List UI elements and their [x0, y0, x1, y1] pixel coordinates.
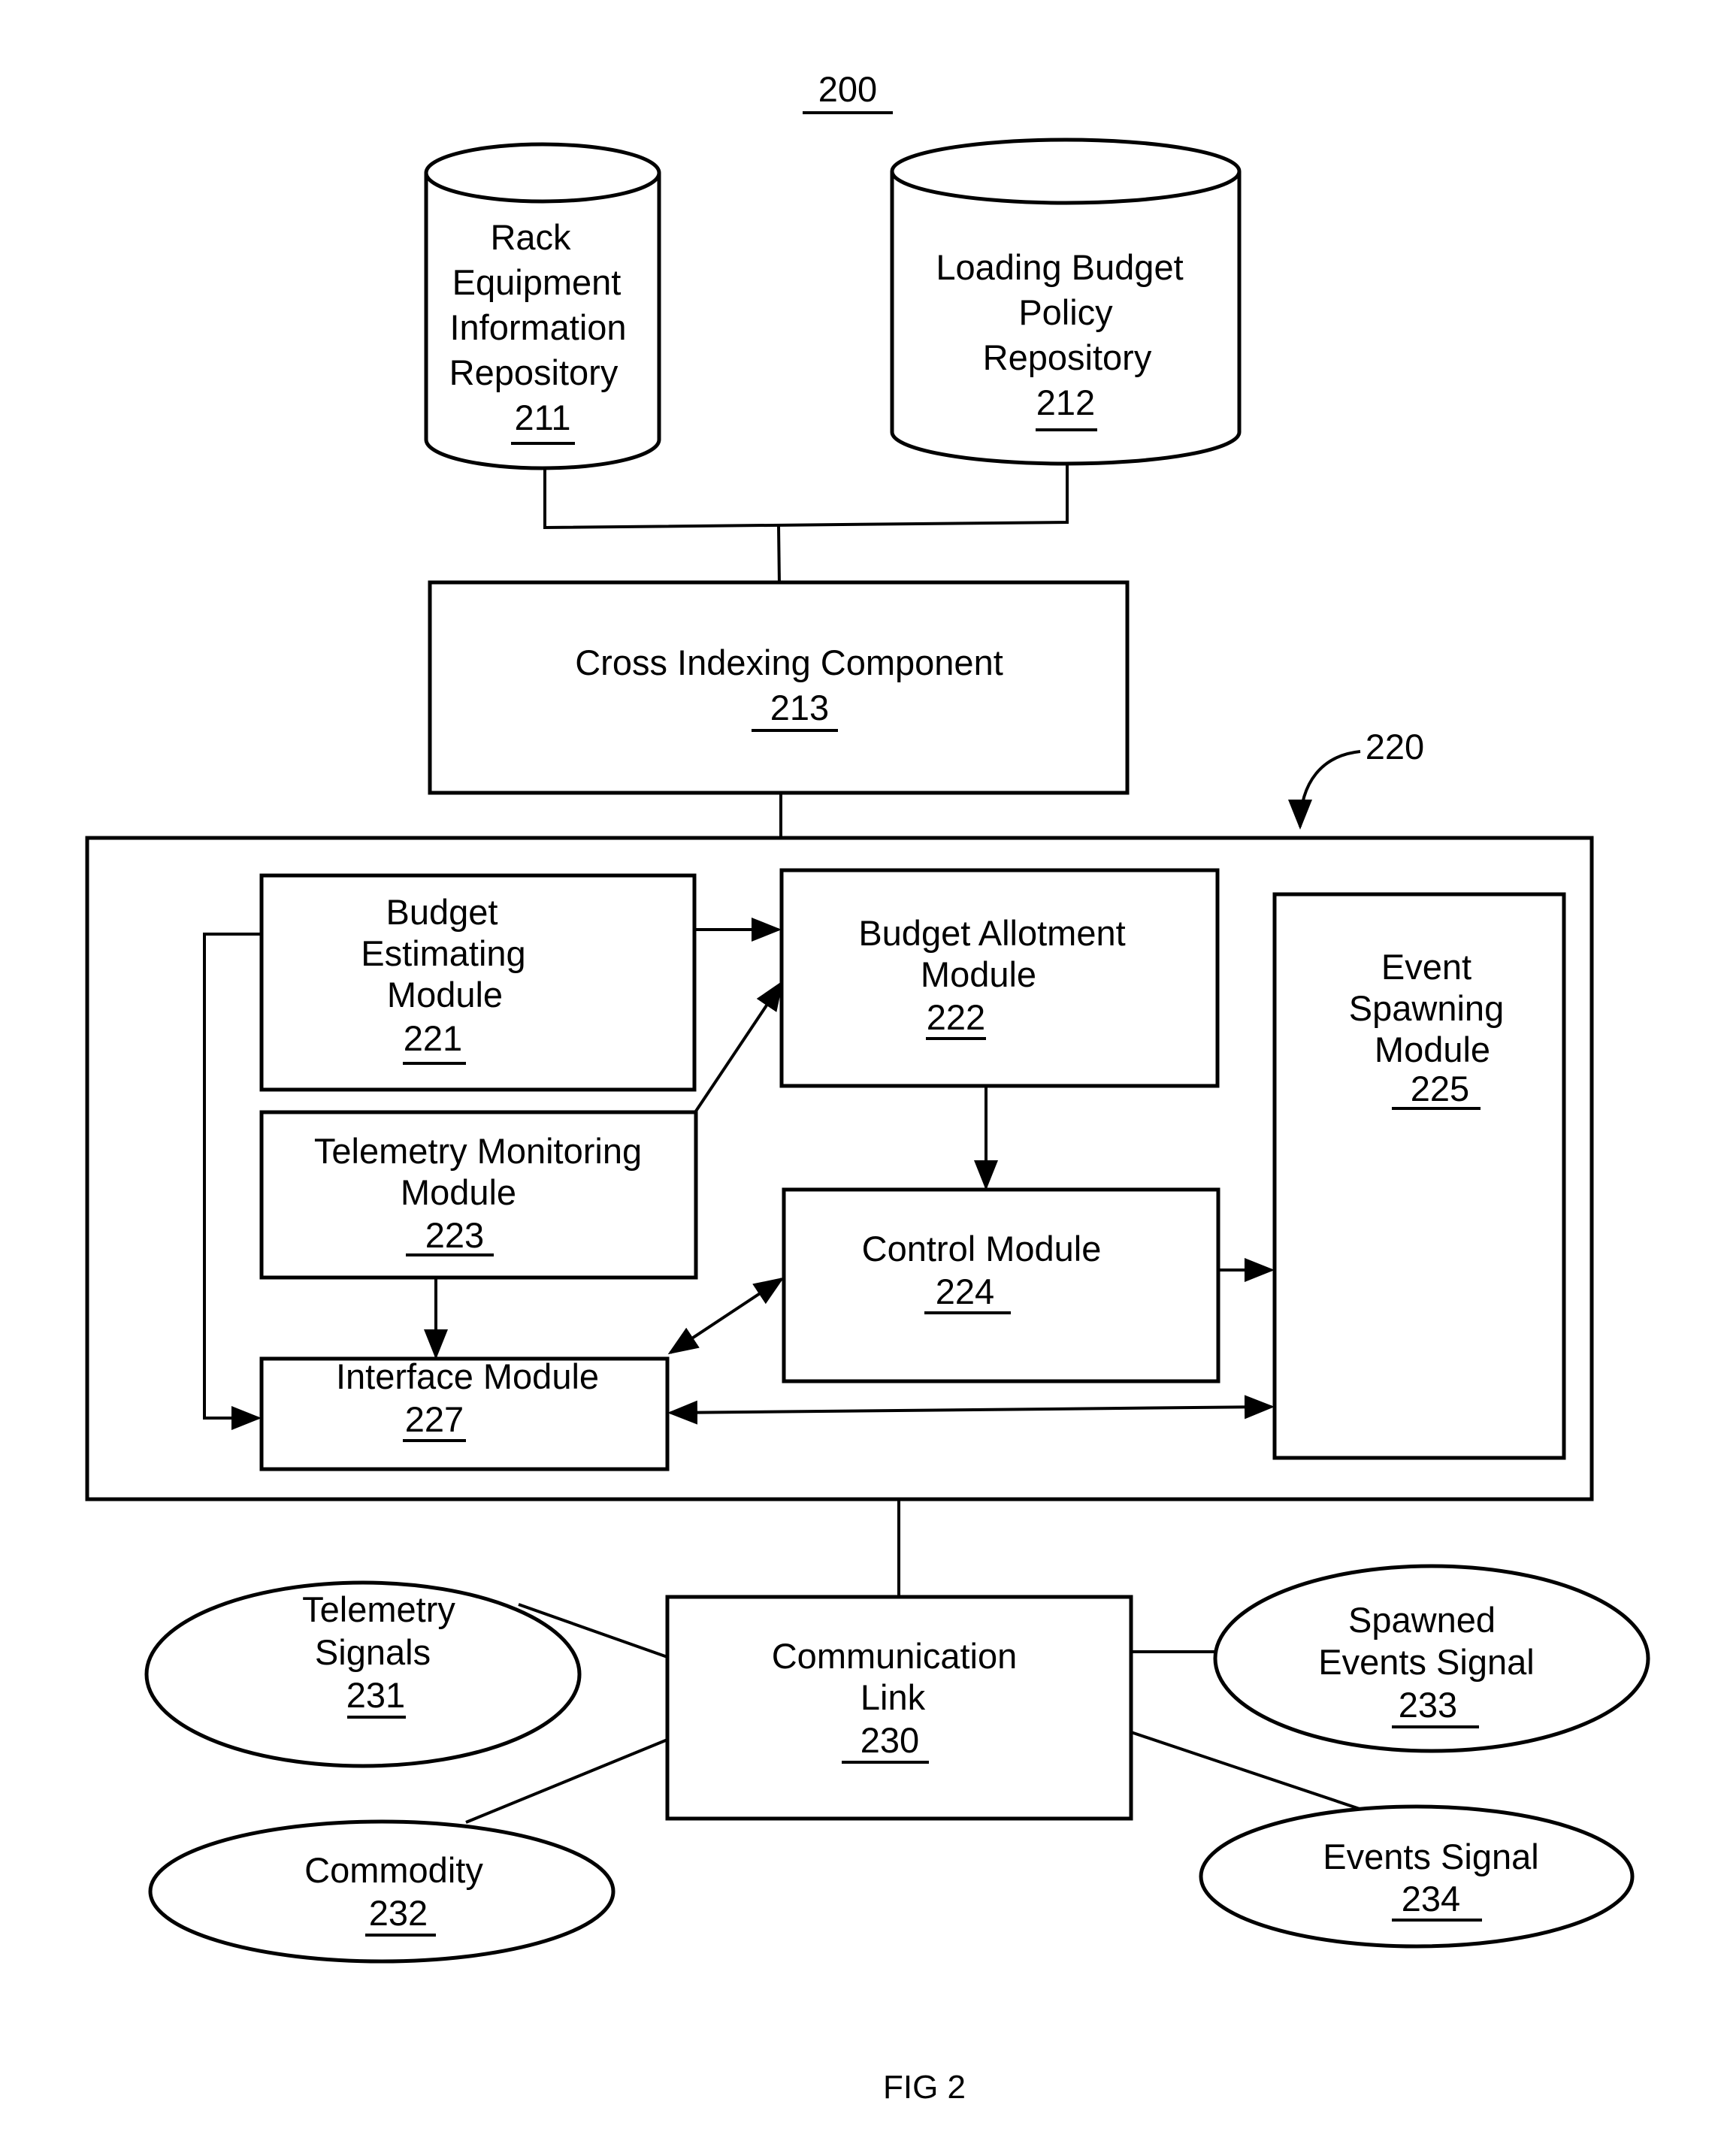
ellipse-234: [1199, 1804, 1635, 1949]
module-227-number: 227: [405, 1399, 464, 1439]
module-225-line-2: Spawning: [1349, 988, 1504, 1028]
module-225-line-3: Module: [1375, 1030, 1490, 1069]
module-223-line-1: Telemetry Monitoring: [314, 1131, 642, 1171]
signal-232-line-1: Commodity: [304, 1850, 483, 1890]
module-221-number: 221: [404, 1018, 462, 1058]
repo-211-line-4: Repository: [449, 352, 619, 392]
module-222-number: 222: [927, 997, 985, 1037]
cross-indexing-component-213[interactable]: Cross Indexing Component 213: [428, 580, 1130, 795]
repo-connector-line: [543, 462, 1069, 530]
control-module-224[interactable]: Control Module 224: [782, 1187, 1220, 1383]
line-to-234: [1130, 1731, 1367, 1813]
module-223-number: 223: [425, 1215, 484, 1255]
system-number: 220: [1366, 727, 1424, 767]
event-spawning-module-225[interactable]: Event Spawning Module 225: [1272, 892, 1566, 1460]
repo-connector: [543, 462, 1069, 585]
cylinder-top: [890, 138, 1242, 205]
comm-link-line-2: Link: [860, 1677, 926, 1717]
figure-caption: FIG 2: [883, 2069, 966, 2106]
module-224-line-1: Control Module: [862, 1229, 1102, 1269]
module-225-line-1: Event: [1381, 947, 1471, 987]
comm-link-number: 230: [860, 1720, 919, 1760]
loading-budget-policy-repository-212[interactable]: Loading Budget Policy Repository 212: [890, 138, 1242, 466]
comm-link-line-1: Communication: [772, 1636, 1018, 1676]
module-225-number: 225: [1411, 1069, 1469, 1108]
cylinder-top: [424, 142, 661, 204]
module-222-line-2: Module: [921, 954, 1036, 994]
telemetry-monitoring-module-223[interactable]: Telemetry Monitoring Module 223: [259, 1110, 698, 1280]
repo-212-line-3: Repository: [983, 337, 1152, 377]
repo-212-line-1: Loading Budget: [936, 247, 1183, 287]
module-221-line-2: Estimating: [361, 933, 525, 973]
signal-231-line-2: Signals: [315, 1632, 431, 1672]
figure-ref-number: 200: [818, 69, 877, 109]
spawned-events-signal-233[interactable]: Spawned Events Signal 233: [1213, 1564, 1650, 1753]
line-to-232: [465, 1738, 668, 1824]
communication-link-230[interactable]: Communication Link 230: [665, 1595, 1133, 1821]
signal-231-line-1: Telemetry: [302, 1589, 455, 1629]
repo-211-line-1: Rack: [490, 217, 571, 257]
signal-231-number: 231: [346, 1675, 405, 1715]
repo-211-number: 211: [515, 398, 571, 437]
module-221-line-1: Budget: [386, 892, 498, 932]
budget-estimating-module-221[interactable]: Budget Estimating Module 221: [259, 873, 697, 1092]
rack-equipment-repository-211[interactable]: Rack Equipment Information Repository 21…: [424, 142, 661, 470]
box-224: [782, 1187, 1220, 1383]
system-ref-arrow: [1288, 750, 1361, 830]
repo-211-line-3: Information: [449, 307, 626, 347]
repo-212-number: 212: [1036, 383, 1095, 422]
cross-index-label: Cross Indexing Component: [575, 643, 1003, 682]
figure-ref-200: 200: [803, 69, 893, 114]
repo-211-line-2: Equipment: [452, 262, 622, 302]
interface-module-227[interactable]: Interface Module 227: [259, 1356, 670, 1471]
telemetry-signals-231[interactable]: Telemetry Signals 231: [144, 1580, 582, 1768]
signal-233-line-1: Spawned: [1348, 1600, 1496, 1640]
signal-234-line-1: Events Signal: [1323, 1837, 1538, 1876]
signal-232-number: 232: [369, 1893, 428, 1933]
signal-234-number: 234: [1402, 1879, 1460, 1919]
commodity-232[interactable]: Commodity 232: [148, 1819, 616, 1964]
events-signal-234[interactable]: Events Signal 234: [1199, 1804, 1635, 1949]
module-223-line-2: Module: [401, 1172, 516, 1212]
module-221-line-3: Module: [387, 975, 503, 1014]
module-224-number: 224: [936, 1272, 994, 1311]
cross-index-number: 213: [770, 688, 829, 727]
ellipse-232: [148, 1819, 616, 1964]
signal-233-line-2: Events Signal: [1318, 1642, 1534, 1682]
budget-allotment-module-222[interactable]: Budget Allotment Module 222: [779, 868, 1220, 1088]
signal-233-number: 233: [1399, 1685, 1457, 1725]
repo-212-line-2: Policy: [1018, 292, 1113, 332]
block-diagram: 200 Rack Equipment Information Repositor…: [85, 69, 1650, 2106]
module-227-line-1: Interface Module: [336, 1356, 599, 1396]
module-222-line-1: Budget Allotment: [858, 913, 1125, 953]
